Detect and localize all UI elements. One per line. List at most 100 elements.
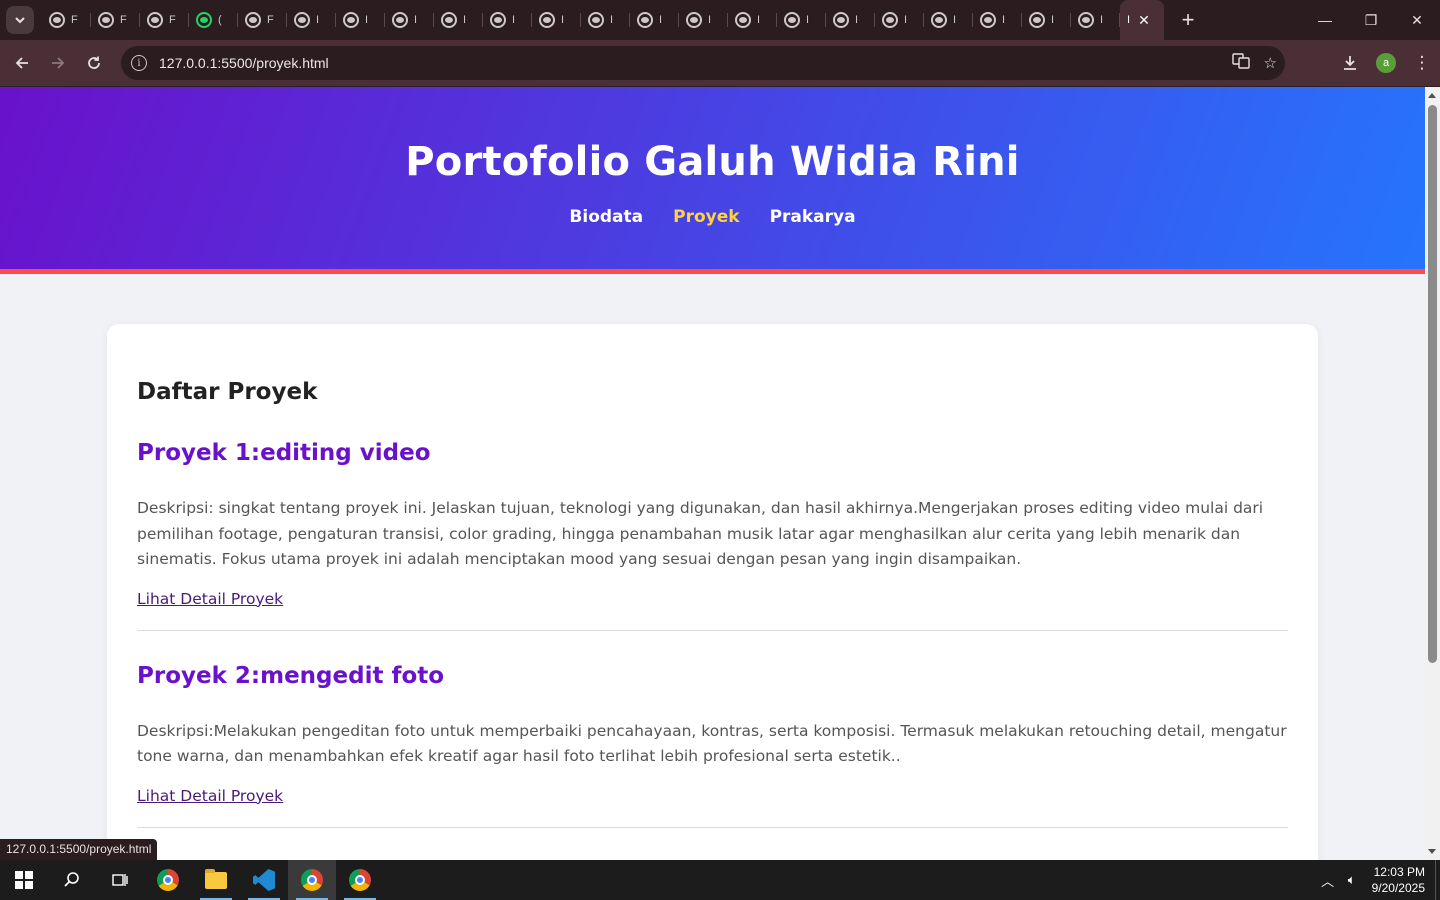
new-tab-button[interactable]: + — [1174, 7, 1202, 33]
address-bar[interactable]: i 127.0.0.1:5500/proyek.html ☆ — [121, 46, 1285, 80]
volume-icon[interactable]: 🔈︎ — [1340, 872, 1364, 888]
project-item: Proyek 2:mengedit foto Deskripsi:Melakuk… — [137, 663, 1288, 828]
windows-logo-icon — [15, 871, 33, 889]
taskbar-chrome-2[interactable] — [336, 860, 384, 900]
start-button[interactable] — [0, 860, 48, 900]
tab-title: I — [512, 14, 516, 26]
folder-icon — [205, 868, 227, 889]
browser-tab[interactable]: I — [483, 0, 532, 40]
url-text[interactable]: 127.0.0.1:5500/proyek.html — [159, 55, 329, 71]
nav-prakarya-link[interactable]: Prakarya — [770, 207, 856, 227]
globe-icon — [637, 12, 653, 28]
system-tray: ︿ 🔈︎ 12:03 PM 9/20/2025 — [1316, 860, 1440, 900]
tab-title: I — [1051, 14, 1055, 26]
taskbar-file-explorer[interactable] — [192, 860, 240, 900]
nav-proyek-link[interactable]: Proyek — [673, 207, 739, 227]
tray-overflow-chevron-icon[interactable]: ︿ — [1316, 871, 1340, 890]
minimize-button[interactable]: — — [1302, 0, 1348, 40]
browser-tab[interactable]: I — [385, 0, 434, 40]
browser-tab[interactable]: I — [336, 0, 385, 40]
globe-icon — [245, 12, 261, 28]
tab-title: I — [561, 14, 565, 26]
bookmark-star-icon[interactable]: ☆ — [1264, 54, 1277, 72]
site-title: Portofolio Galuh Widia Rini — [405, 139, 1020, 185]
site-header: Portofolio Galuh Widia Rini Biodata Proy… — [0, 87, 1425, 274]
browser-tab[interactable]: I — [581, 0, 630, 40]
tab-title: I — [757, 14, 761, 26]
browser-tab[interactable]: I — [679, 0, 728, 40]
tab-title: F — [267, 14, 274, 26]
tab-title: I — [463, 14, 467, 26]
browser-tab[interactable]: F — [140, 0, 189, 40]
site-nav: Biodata Proyek Prakarya — [0, 207, 1425, 227]
taskbar-search-button[interactable] — [48, 860, 96, 900]
taskbar-vscode[interactable] — [240, 860, 288, 900]
close-window-button[interactable]: ✕ — [1394, 0, 1440, 40]
page-scrollbar[interactable] — [1425, 87, 1440, 860]
browser-tab[interactable]: F — [238, 0, 287, 40]
browser-tab[interactable]: F — [91, 0, 140, 40]
browser-tab[interactable]: I — [924, 0, 973, 40]
download-icon[interactable] — [1332, 55, 1368, 71]
globe-icon — [147, 12, 163, 28]
clock[interactable]: 12:03 PM 9/20/2025 — [1372, 864, 1425, 896]
browser-tab[interactable]: I — [728, 0, 777, 40]
scroll-thumb[interactable] — [1428, 105, 1437, 663]
arrow-right-icon — [52, 57, 65, 69]
section-heading: Daftar Proyek — [137, 379, 318, 405]
browser-tab[interactable]: I — [287, 0, 336, 40]
scroll-down-arrow[interactable] — [1428, 849, 1436, 854]
taskbar: ︿ 🔈︎ 12:03 PM 9/20/2025 — [0, 860, 1440, 900]
tab-title: I — [365, 14, 369, 26]
menu-kebab-icon[interactable]: ⋮ — [1404, 53, 1440, 73]
globe-icon — [49, 12, 65, 28]
browser-tab[interactable]: I — [875, 0, 924, 40]
browser-tab[interactable]: I — [1022, 0, 1071, 40]
browser-tab[interactable]: I — [777, 0, 826, 40]
reload-icon — [88, 56, 100, 69]
browser-tab[interactable]: I — [434, 0, 483, 40]
reload-button[interactable] — [76, 45, 112, 81]
browser-tab[interactable]: I — [826, 0, 875, 40]
whatsapp-icon — [196, 12, 212, 28]
search-icon — [64, 872, 79, 887]
tab-search-button[interactable] — [6, 6, 34, 34]
browser-tab[interactable]: F — [42, 0, 91, 40]
tab-title: I — [1100, 14, 1104, 26]
globe-icon — [294, 12, 310, 28]
globe-icon — [1029, 12, 1045, 28]
tab-title: I — [904, 14, 908, 26]
project-detail-link[interactable]: Lihat Detail Proyek — [137, 787, 283, 805]
tab-title: I — [659, 14, 663, 26]
globe-icon — [441, 12, 457, 28]
close-tab-icon[interactable]: ✕ — [1138, 12, 1150, 29]
project-detail-link[interactable]: Lihat Detail Proyek — [137, 590, 283, 608]
tab-title: I — [316, 14, 320, 26]
taskbar-chrome-profile[interactable] — [288, 860, 336, 900]
nav-biodata-link[interactable]: Biodata — [569, 207, 643, 227]
browser-tab[interactable]: I — [532, 0, 581, 40]
restore-button[interactable]: ❐ — [1348, 0, 1394, 40]
tab-active[interactable]: I ✕ — [1120, 0, 1164, 40]
forward-button[interactable] — [40, 45, 76, 81]
scroll-up-arrow[interactable] — [1428, 93, 1436, 98]
project-list-card: Daftar Proyek Proyek 1:editing video Des… — [107, 324, 1318, 860]
show-desktop-button[interactable] — [1435, 860, 1440, 900]
globe-icon — [686, 12, 702, 28]
browser-tab[interactable]: ( — [189, 0, 238, 40]
back-button[interactable] — [4, 45, 40, 81]
browser-tab[interactable]: I — [973, 0, 1022, 40]
site-info-icon[interactable]: i — [131, 55, 147, 71]
tab-title: I — [806, 14, 810, 26]
browser-tab[interactable]: I — [1071, 0, 1120, 40]
globe-icon — [490, 12, 506, 28]
profile-avatar[interactable]: a — [1376, 53, 1396, 73]
taskbar-chrome[interactable] — [144, 860, 192, 900]
globe-icon — [588, 12, 604, 28]
task-view-button[interactable] — [96, 860, 144, 900]
browser-tab[interactable]: I — [630, 0, 679, 40]
vscode-icon — [253, 869, 275, 891]
translate-icon[interactable] — [1231, 52, 1250, 74]
window-controls: — ❐ ✕ — [1302, 0, 1440, 40]
globe-icon — [784, 12, 800, 28]
